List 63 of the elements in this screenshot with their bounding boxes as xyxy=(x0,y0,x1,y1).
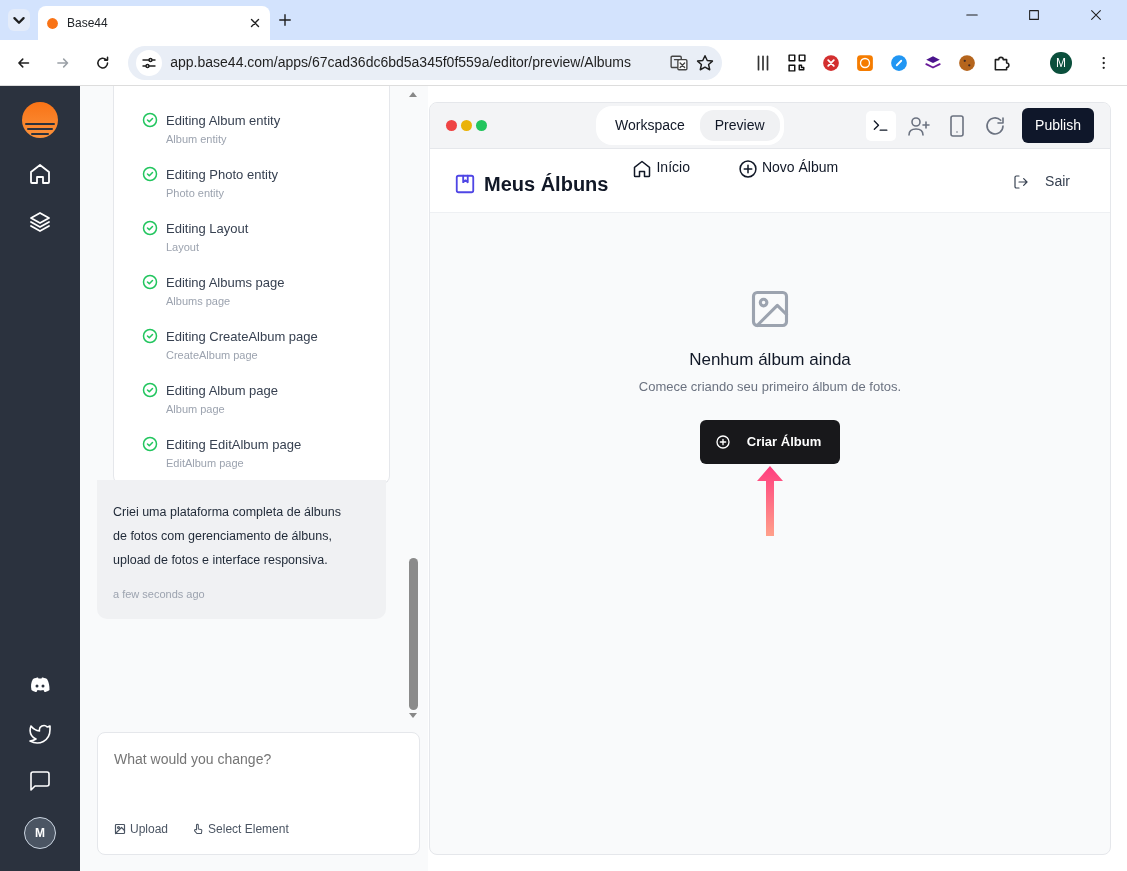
step-title: Editing Album entity xyxy=(166,112,281,130)
layers-icon[interactable] xyxy=(28,210,52,234)
window-dot xyxy=(461,120,472,131)
upload-button[interactable]: Upload xyxy=(114,820,169,838)
step-title: Editing EditAlbum page xyxy=(166,436,302,454)
new-tab-icon[interactable] xyxy=(278,13,292,27)
message-time: a few seconds ago xyxy=(112,587,206,602)
step-title: Editing Album page xyxy=(166,382,279,400)
app-title: Meus Álbuns xyxy=(484,172,609,197)
step-subtitle: Albums page xyxy=(166,293,232,309)
step-subtitle: Album page xyxy=(166,401,226,417)
logout-icon xyxy=(1013,173,1030,190)
scrollbar-thumb[interactable] xyxy=(408,557,418,710)
step-subtitle: Layout xyxy=(166,239,201,255)
nav-link[interactable]: Novo Álbum xyxy=(737,157,839,179)
url-text: app.base44.com/apps/67cad36dc6bd5a345f0f559a/editor/preview/Albums xyxy=(170,53,633,72)
add-circle-icon xyxy=(714,433,731,450)
tab-list-caret-icon[interactable] xyxy=(8,9,30,31)
translate-icon[interactable] xyxy=(670,53,689,72)
profile-avatar[interactable]: M xyxy=(1050,51,1072,74)
address-bar[interactable]: app.base44.com/apps/67cad36dc6bd5a345f0f559a/editor/preview/Albums xyxy=(128,45,723,80)
step-subtitle: Album entity xyxy=(166,131,228,147)
site-logo-icon xyxy=(46,16,59,30)
scroll-up-icon[interactable] xyxy=(408,90,418,100)
home-icon xyxy=(632,159,653,179)
terminal-button[interactable] xyxy=(866,110,897,141)
publish-button[interactable]: Publish xyxy=(1022,108,1094,143)
pointer-arrow xyxy=(756,465,784,536)
add-circle-icon xyxy=(737,159,758,179)
mode-tab[interactable]: Workspace xyxy=(600,110,700,141)
window-dot xyxy=(476,120,487,131)
close-icon[interactable] xyxy=(248,16,262,30)
create-album-button[interactable]: Criar Álbum xyxy=(699,420,841,464)
bookmark-star-icon[interactable] xyxy=(696,53,715,72)
chat-icon[interactable] xyxy=(28,769,52,793)
site-settings-icon[interactable] xyxy=(136,49,163,76)
sunset-logo-icon[interactable] xyxy=(22,102,58,138)
mode-tab[interactable]: Preview xyxy=(699,110,780,141)
close-icon[interactable] xyxy=(1089,8,1103,22)
image-icon xyxy=(114,823,126,835)
step-subtitle: EditAlbum page xyxy=(166,455,245,471)
home-icon[interactable] xyxy=(28,162,52,186)
step-title: Editing Albums page xyxy=(166,274,285,292)
empty-state-title: Nenhum álbum ainda xyxy=(689,349,851,371)
bookmark-book-icon xyxy=(454,173,476,195)
hand-pointer-icon xyxy=(192,823,205,835)
maximize-icon[interactable] xyxy=(1027,8,1041,22)
message-input[interactable]: What would you change? Upload Select Element xyxy=(97,732,420,855)
step-title: Editing Layout xyxy=(166,220,249,238)
qr-code-icon[interactable] xyxy=(788,53,807,72)
user-avatar[interactable]: M xyxy=(24,817,56,849)
step-title: Editing Photo entity xyxy=(166,166,279,184)
logout-link[interactable]: Sair xyxy=(1013,171,1070,192)
step-title: Editing CreateAlbum page xyxy=(166,328,318,346)
empty-state-text: Comece criando seu primeiro álbum de fotos. xyxy=(638,377,902,396)
nav-link[interactable]: Início xyxy=(632,157,690,179)
reload-icon[interactable] xyxy=(94,54,111,71)
step-subtitle: CreateAlbum page xyxy=(166,347,259,363)
cookie-icon[interactable] xyxy=(958,53,977,72)
step-subtitle: Photo entity xyxy=(166,185,226,201)
message-text: Criei uma plataforma completa de álbuns de fotos com gerenciamento de álbuns, upload de fotos e interface responsiva. xyxy=(112,504,342,569)
select-button[interactable]: Select Element xyxy=(192,820,289,838)
window-dot xyxy=(446,120,457,131)
